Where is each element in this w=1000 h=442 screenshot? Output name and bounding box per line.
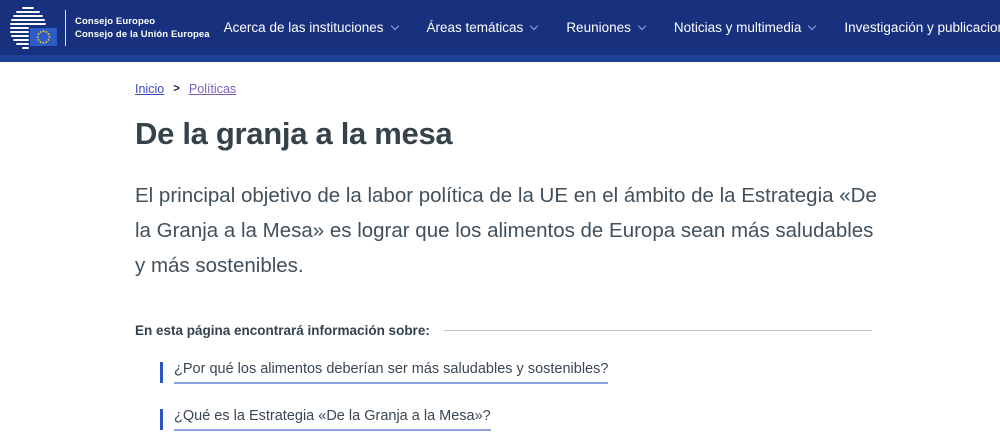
site-header: Consejo Europeo Consejo de la Unión Euro… (0, 0, 1000, 62)
toc-divider-line (444, 330, 872, 331)
chevron-down-icon (808, 21, 816, 29)
nav-item-acerca-de-las-instituciones[interactable]: Acerca de las instituciones (224, 20, 398, 35)
logo-line-2: Consejo de la Unión Europea (75, 28, 210, 41)
nav-item-areas-tematicas[interactable]: Áreas temáticas (427, 20, 538, 35)
nav-item-reuniones[interactable]: Reuniones (566, 20, 645, 35)
eu-flag-icon (30, 28, 57, 46)
logo-line-1: Consejo Europeo (75, 15, 210, 28)
nav-item-investigacion-y-publicaciones[interactable]: Investigación y publicaciones (844, 20, 1000, 35)
list-item: ¿Qué es la Estrategia «De la Granja a la… (160, 407, 880, 431)
logo-wordmark: Consejo Europeo Consejo de la Unión Euro… (75, 15, 210, 41)
toc-header: En esta página encontrará información so… (135, 323, 872, 338)
toc-link-list: ¿Por qué los alimentos deberían ser más … (160, 360, 880, 442)
nav-item-noticias-y-multimedia[interactable]: Noticias y multimedia (674, 20, 816, 35)
nav-item-label: Noticias y multimedia (674, 20, 802, 35)
link-accent-bar (160, 409, 163, 430)
breadcrumb-link-inicio[interactable]: Inicio (135, 82, 164, 96)
chevron-down-icon (390, 21, 398, 29)
nav-item-label: Acerca de las instituciones (224, 20, 384, 35)
nav-item-label: Investigación y publicaciones (844, 20, 1000, 35)
breadcrumb-separator-icon: > (173, 83, 180, 95)
toc-link-que-es-la-estrategia[interactable]: ¿Qué es la Estrategia «De la Granja a la… (174, 407, 491, 431)
page-content: Inicio > Políticas De la granja a la mes… (0, 62, 1000, 442)
nav-item-label: Áreas temáticas (427, 20, 524, 35)
list-item: ¿Por qué los alimentos deberían ser más … (160, 360, 880, 384)
toc-link-saludables-sostenibles[interactable]: ¿Por qué los alimentos deberían ser más … (174, 360, 608, 384)
page-title: De la granja a la mesa (135, 116, 880, 152)
nav-item-label: Reuniones (566, 20, 631, 35)
logo-divider (65, 10, 66, 46)
breadcrumb: Inicio > Políticas (135, 82, 880, 96)
intro-paragraph: El principal objetivo de la labor políti… (135, 178, 880, 283)
header-accent-strip (0, 55, 1000, 62)
chevron-down-icon (530, 21, 538, 29)
main-nav: Acerca de las instituciones Áreas temáti… (224, 20, 1000, 35)
europa-building-lines-icon (10, 5, 58, 51)
toc-label: En esta página encontrará información so… (135, 323, 430, 338)
top-navigation-bar: Consejo Europeo Consejo de la Unión Euro… (0, 0, 1000, 55)
chevron-down-icon (638, 21, 646, 29)
breadcrumb-link-politicas[interactable]: Políticas (189, 82, 236, 96)
link-accent-bar (160, 362, 163, 383)
council-logo[interactable]: Consejo Europeo Consejo de la Unión Euro… (0, 0, 210, 55)
